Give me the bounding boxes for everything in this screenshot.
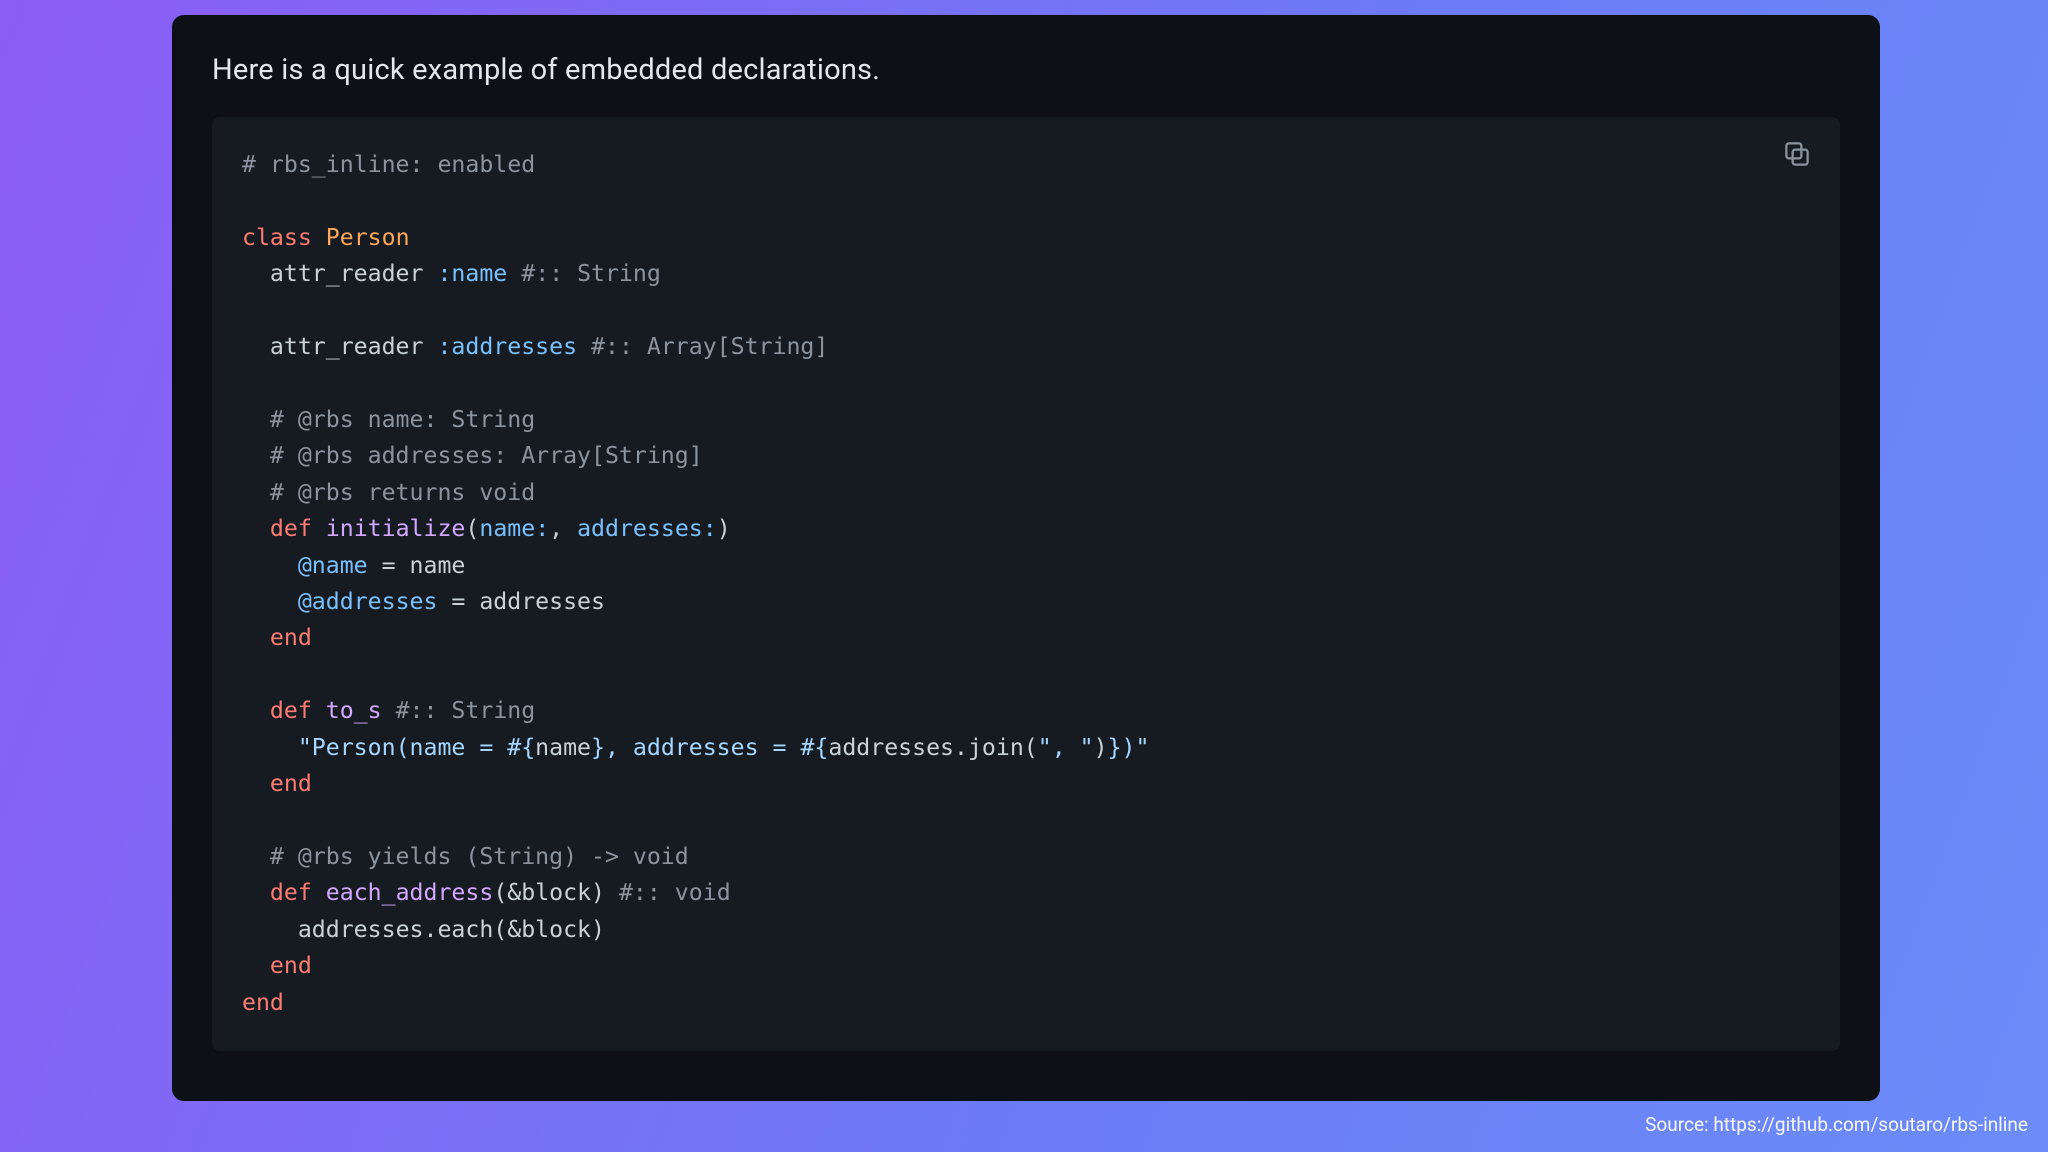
keyword-def: def [270, 697, 312, 724]
kwarg-name: name: [479, 515, 549, 542]
keyword-end: end [270, 952, 312, 979]
keyword-def: def [270, 879, 312, 906]
kwarg-addresses: addresses: [577, 515, 717, 542]
code-card: Here is a quick example of embedded decl… [172, 15, 1880, 1101]
code-content: # rbs_inline: enabled class Person attr_… [242, 147, 1810, 1021]
keyword-end: end [242, 989, 284, 1016]
code-block: # rbs_inline: enabled class Person attr_… [212, 117, 1840, 1051]
const-person: Person [326, 224, 410, 251]
rbs-comment: # @rbs addresses: Array[String] [270, 442, 703, 469]
method-initialize: initialize [326, 515, 466, 542]
type-comment: #:: String [521, 260, 661, 287]
source-label: Source: https://github.com/soutaro/rbs-i… [1645, 1113, 2028, 1136]
copy-button[interactable] [1780, 137, 1814, 171]
ivar-addresses: @addresses [298, 588, 438, 615]
string-literal: "Person(name = [298, 734, 507, 761]
method-to-s: to_s [326, 697, 382, 724]
type-comment: #:: Array[String] [591, 333, 828, 360]
keyword-end: end [270, 770, 312, 797]
rbs-comment: # @rbs returns void [270, 479, 535, 506]
type-comment: #:: void [619, 879, 731, 906]
keyword-def: def [270, 515, 312, 542]
copy-icon [1782, 139, 1812, 169]
type-comment: #:: String [396, 697, 536, 724]
keyword-class: class [242, 224, 312, 251]
code-line: addresses.each(&block) [298, 916, 605, 943]
attr-reader: attr_reader [270, 260, 424, 287]
intro-text: Here is a quick example of embedded decl… [212, 53, 1840, 87]
rbs-comment: # @rbs yields (String) -> void [270, 843, 689, 870]
symbol-name: :name [437, 260, 507, 287]
ivar-name: @name [298, 552, 368, 579]
keyword-end: end [270, 624, 312, 651]
symbol-addresses: :addresses [437, 333, 577, 360]
rbs-comment: # @rbs name: String [270, 406, 535, 433]
attr-reader: attr_reader [270, 333, 424, 360]
method-each-address: each_address [326, 879, 494, 906]
code-line: # rbs_inline: enabled [242, 151, 535, 178]
